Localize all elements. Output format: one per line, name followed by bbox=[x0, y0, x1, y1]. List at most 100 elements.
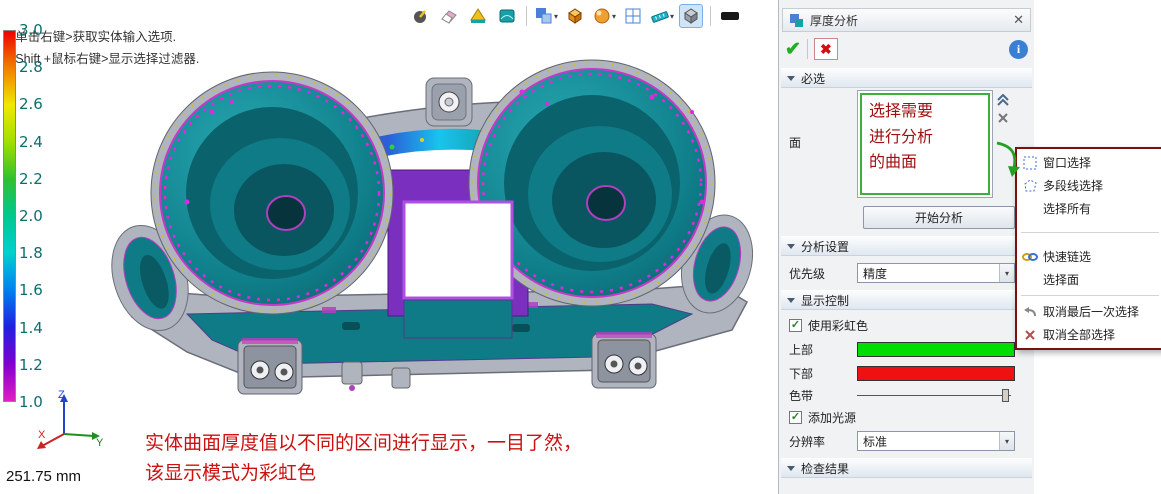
rainbow-checkbox[interactable]: ✓ bbox=[789, 319, 802, 332]
scene-bar-icon bbox=[719, 6, 741, 26]
scale-tick: 2.0 bbox=[19, 208, 43, 224]
resolution-label: 分辨率 bbox=[785, 433, 857, 450]
collapse-chevrons-icon[interactable] bbox=[996, 94, 1010, 106]
solid-cube-button[interactable] bbox=[563, 4, 587, 28]
resolution-value: 标准 bbox=[858, 433, 999, 450]
panel-icon bbox=[789, 13, 804, 28]
panel-title: 厚度分析 bbox=[810, 12, 1007, 29]
surface-curvature-button[interactable] bbox=[495, 4, 519, 28]
priority-value: 精度 bbox=[858, 265, 999, 282]
scale-tick: 2.6 bbox=[19, 96, 43, 112]
section-settings[interactable]: 分析设置 bbox=[781, 236, 1032, 256]
menu-item-undo-last-select[interactable]: 取消最后一次选择 bbox=[1017, 300, 1161, 323]
light-checkbox[interactable]: ✓ bbox=[789, 411, 802, 424]
start-analysis-button[interactable]: 开始分析 bbox=[863, 206, 1015, 229]
draft-analysis-icon bbox=[468, 6, 488, 26]
scale-tick: 3.0 bbox=[19, 22, 43, 38]
priority-dropdown[interactable]: 精度 ▾ bbox=[857, 263, 1015, 283]
polyline-select-icon bbox=[1023, 179, 1037, 193]
display-mode-button[interactable] bbox=[679, 4, 703, 28]
ok-icon[interactable]: ✔ bbox=[785, 38, 801, 61]
upper-color-swatch[interactable] bbox=[857, 342, 1015, 357]
section-display-label: 显示控制 bbox=[801, 292, 849, 309]
section-required[interactable]: 必选 bbox=[781, 68, 1032, 88]
section-collapse-arrow bbox=[787, 298, 795, 303]
annotation-line-2: 该显示模式为彩虹色 bbox=[145, 458, 316, 485]
draft-analysis-button[interactable] bbox=[466, 4, 490, 28]
section-settings-label: 分析设置 bbox=[801, 238, 849, 255]
priority-label: 优先级 bbox=[785, 265, 857, 282]
info-icon[interactable]: i bbox=[1009, 40, 1028, 59]
scale-tick: 1.4 bbox=[19, 320, 43, 336]
menu-item-select-all[interactable]: 选择所有 bbox=[1017, 197, 1161, 220]
dropdown-caret: ▾ bbox=[612, 12, 616, 21]
menu-item-quick-chain-select[interactable]: 快速链选 bbox=[1017, 245, 1161, 268]
face-label: 面 bbox=[785, 134, 857, 151]
lower-color-row: 下部 bbox=[785, 364, 1028, 382]
resolution-dropdown[interactable]: 标准 ▾ bbox=[857, 431, 1015, 451]
band-row: 色带 bbox=[785, 386, 1028, 404]
slider-handle[interactable] bbox=[1002, 389, 1009, 402]
model-viewport[interactable] bbox=[0, 0, 778, 494]
panel-title-bar[interactable]: 厚度分析 ✕ bbox=[782, 8, 1031, 32]
band-label: 色带 bbox=[785, 387, 857, 404]
menu-item-polyline-select[interactable]: 多段线选择 bbox=[1017, 174, 1161, 197]
upper-label: 上部 bbox=[785, 341, 857, 358]
toolbar-separator bbox=[526, 6, 527, 26]
measure-ruler-button[interactable]: ▾ bbox=[650, 4, 674, 28]
dropdown-caret: ▾ bbox=[670, 12, 674, 21]
section-view-icon bbox=[534, 6, 553, 26]
menu-item-cancel-all-select[interactable]: 取消全部选择 bbox=[1017, 323, 1161, 346]
section-collapse-arrow bbox=[787, 466, 795, 471]
slider-track bbox=[857, 395, 1011, 396]
menu-item-window-select[interactable]: 窗口选择 bbox=[1017, 151, 1161, 174]
clear-selection-icon[interactable] bbox=[997, 112, 1009, 124]
annotation-line-1: 实体曲面厚度值以不同的区间进行显示，一目了然， bbox=[145, 428, 582, 455]
render-mode-button[interactable]: ▾ bbox=[592, 4, 616, 28]
solid-cube-icon bbox=[565, 6, 585, 26]
scale-tick: 2.4 bbox=[19, 134, 43, 150]
measure-ruler-icon bbox=[650, 6, 669, 26]
menu-separator bbox=[1021, 295, 1159, 296]
chevron-down-icon: ▾ bbox=[999, 264, 1014, 282]
undo-last-select-icon bbox=[1023, 306, 1037, 318]
section-collapse-arrow bbox=[787, 76, 795, 81]
window-select-icon bbox=[1023, 156, 1037, 170]
y-axis-label: Y bbox=[96, 437, 104, 449]
toolbar-separator bbox=[710, 6, 711, 26]
cancel-icon[interactable]: ✖ bbox=[814, 38, 838, 60]
view-toolbar: ▾ ▾ ▾ bbox=[408, 4, 742, 28]
dropdown-caret: ▾ bbox=[554, 12, 558, 21]
annotation-arrow bbox=[994, 140, 1022, 178]
face-selection-input[interactable]: 选择需要 进行分析 的曲面 bbox=[857, 90, 993, 198]
face-input-icons bbox=[993, 90, 1013, 124]
scale-tick: 1.6 bbox=[19, 282, 43, 298]
eraser-button[interactable] bbox=[437, 4, 461, 28]
model-3d[interactable] bbox=[92, 52, 782, 432]
close-icon[interactable]: ✕ bbox=[1013, 12, 1024, 28]
band-slider[interactable] bbox=[857, 387, 1015, 403]
chain-select-icon bbox=[1022, 251, 1038, 263]
lower-label: 下部 bbox=[785, 365, 857, 382]
section-view-button[interactable]: ▾ bbox=[534, 4, 558, 28]
face-annotation-box: 选择需要 进行分析 的曲面 bbox=[860, 93, 990, 195]
grid-display-icon bbox=[623, 6, 643, 26]
section-results[interactable]: 检查结果 bbox=[781, 458, 1032, 478]
lower-color-swatch[interactable] bbox=[857, 366, 1015, 381]
measurement-readout: 251.75 mm bbox=[6, 468, 81, 485]
axis-triad: Z Y X bbox=[28, 388, 108, 458]
section-display[interactable]: 显示控制 bbox=[781, 290, 1032, 310]
eraser-icon bbox=[439, 6, 459, 26]
rainbow-checkbox-label: 使用彩虹色 bbox=[808, 317, 868, 334]
menu-item-select-face[interactable]: 选择面 bbox=[1017, 268, 1161, 291]
section-results-label: 检查结果 bbox=[801, 460, 849, 477]
thickness-analysis-icon bbox=[410, 6, 430, 26]
cancel-all-select-icon bbox=[1024, 329, 1036, 341]
scene-bar-button[interactable] bbox=[718, 4, 742, 28]
thickness-scale-labels: 3.0 2.8 2.6 2.4 2.2 2.0 1.8 1.6 1.4 1.2 … bbox=[19, 22, 43, 410]
divider bbox=[807, 39, 808, 59]
grid-display-button[interactable] bbox=[621, 4, 645, 28]
panel-actions: ✔ ✖ i bbox=[785, 35, 1028, 63]
section-collapse-arrow bbox=[787, 244, 795, 249]
thickness-analysis-button[interactable] bbox=[408, 4, 432, 28]
